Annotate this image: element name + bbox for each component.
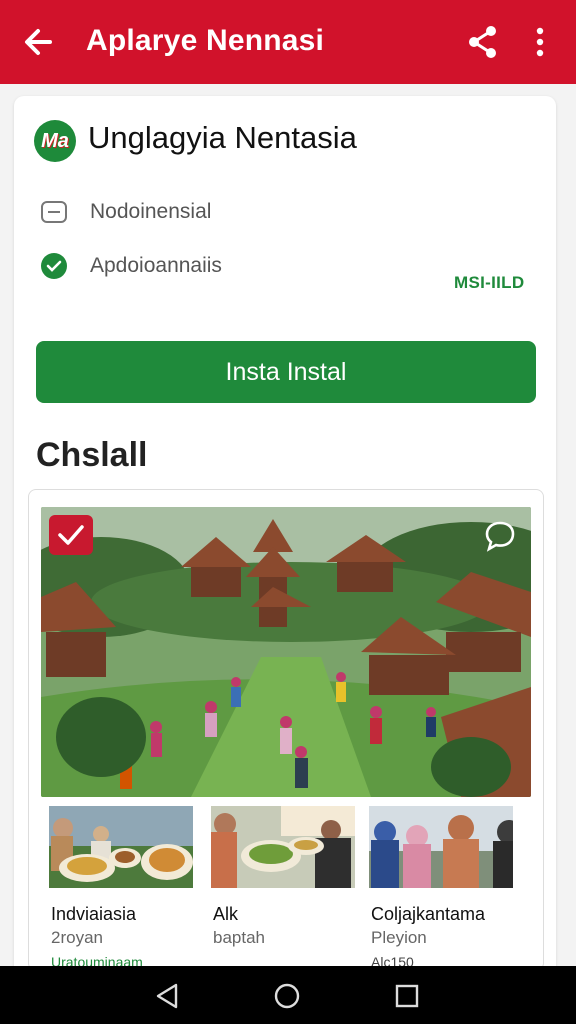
- info-row-2-label: Apdoioannaiis: [90, 254, 222, 277]
- system-nav-bar: [0, 966, 576, 1024]
- nav-home-icon[interactable]: [271, 980, 303, 1012]
- item-title: Coljajkantama: [371, 904, 486, 924]
- nav-back-icon[interactable]: [152, 980, 184, 1012]
- nav-recents-icon[interactable]: [391, 980, 423, 1012]
- info-row-1-label: Nodoinensial: [90, 200, 212, 223]
- page-title: Aplarye Nennasi: [86, 24, 325, 57]
- chat-bubble-icon[interactable]: [483, 519, 517, 553]
- logo-text: Ma: [41, 129, 69, 152]
- item-subtitle: 2royan: [51, 928, 103, 947]
- share-icon[interactable]: [466, 24, 500, 60]
- list-item[interactable]: Coljajkantama Pleyion Alc150: [369, 806, 513, 970]
- screenshot-gallery: Indviaiasia 2royan Uratouminaam Alk bapt…: [28, 489, 544, 971]
- thumbnail-list: Indviaiasia 2royan Uratouminaam Alk bapt…: [49, 806, 529, 970]
- item-subtitle: baptah: [213, 928, 265, 947]
- thumbnail-image: [369, 806, 513, 888]
- info-row-1: Nodoinensial: [40, 198, 211, 226]
- app-logo: Ma: [34, 120, 76, 162]
- item-subtitle: Pleyion: [371, 928, 427, 947]
- check-circle-icon: [40, 252, 68, 280]
- item-title: Indviaiasia: [51, 904, 137, 924]
- list-item[interactable]: Alk baptah: [211, 806, 355, 970]
- app-title: Unglagyia Nentasia: [88, 120, 357, 155]
- more-options-icon[interactable]: [528, 22, 552, 62]
- info-row-2: Apdoioannaiis: [40, 252, 222, 280]
- install-button[interactable]: Insta Instal: [36, 341, 536, 403]
- app-bar: Aplarye Nennasi: [0, 0, 576, 84]
- section-title: Chslall: [36, 436, 148, 474]
- list-item[interactable]: Indviaiasia 2royan Uratouminaam: [49, 806, 193, 970]
- thumbnail-image: [211, 806, 355, 888]
- back-arrow-icon[interactable]: [22, 22, 54, 62]
- item-title: Alk: [213, 904, 239, 924]
- hero-image[interactable]: [41, 507, 531, 797]
- thumbnail-image: [49, 806, 193, 888]
- text-icon: [40, 198, 68, 226]
- publisher-badge: MSI-IILD: [454, 273, 525, 292]
- check-icon[interactable]: [49, 515, 93, 555]
